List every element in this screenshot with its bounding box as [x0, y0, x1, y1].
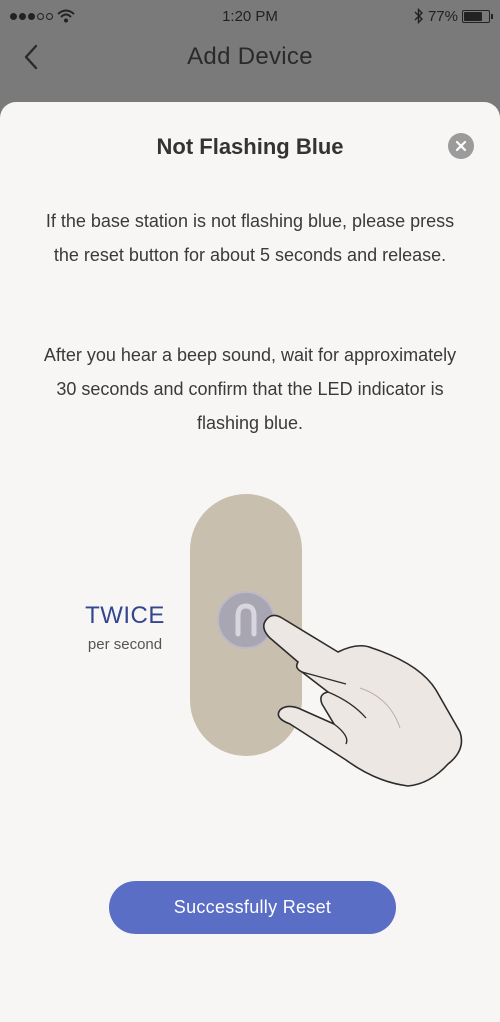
status-left: [10, 9, 75, 23]
sheet-title: Not Flashing Blue: [156, 134, 344, 159]
nav-bar: Add Device: [0, 32, 500, 82]
frequency-main: TWICE: [85, 602, 165, 629]
status-bar: 1:20 PM 77%: [0, 0, 500, 32]
signal-dot: [46, 12, 53, 20]
close-button[interactable]: [448, 133, 474, 159]
signal-strength-icon: [10, 12, 53, 20]
reset-instructions-sheet: Not Flashing Blue If the base station is…: [0, 102, 500, 1022]
close-icon: [455, 140, 467, 152]
wifi-icon: [57, 9, 75, 23]
back-button[interactable]: [16, 42, 46, 72]
signal-dot: [10, 12, 17, 20]
chevron-left-icon: [24, 44, 38, 70]
instruction-text-2: After you hear a beep sound, wait for ap…: [43, 345, 457, 433]
signal-dot: [37, 12, 44, 20]
status-right: 77%: [414, 7, 493, 25]
battery-fill: [464, 11, 483, 21]
signal-dot: [19, 12, 26, 20]
battery-percent: 77%: [427, 7, 458, 25]
instruction-text-1: If the base station is not flashing blue…: [45, 211, 455, 265]
page-title: Add Device: [187, 43, 313, 70]
successfully-reset-button[interactable]: Successfully Reset: [109, 881, 396, 934]
screen: 1:20 PM 77% Add Device Not Flashing Blue: [0, 0, 500, 1022]
battery-icon: [462, 9, 493, 23]
battery-tip: [491, 13, 493, 19]
frequency-label: TWICE per second: [70, 602, 180, 653]
bluetooth-icon: [414, 8, 423, 24]
signal-dot: [28, 12, 35, 20]
frequency-sub: per second: [87, 636, 163, 653]
